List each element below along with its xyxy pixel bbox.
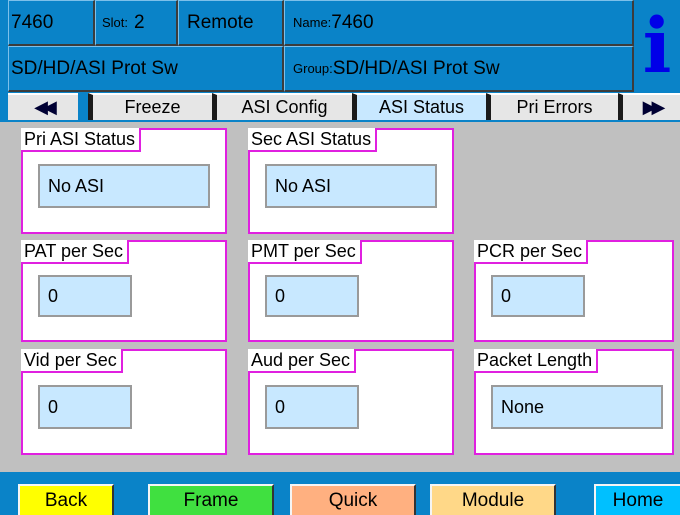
model-number: 7460: [11, 11, 54, 33]
pmt-per-sec-label: PMT per Sec: [248, 240, 362, 264]
tab-label: Pri Errors: [516, 97, 593, 117]
name-value: 7460: [331, 11, 374, 33]
tab-freeze[interactable]: Freeze: [88, 93, 212, 120]
name-label: Name:: [293, 15, 332, 30]
slot-label: Slot:: [102, 15, 129, 30]
aud-per-sec-group: Aud per Sec 0: [248, 349, 454, 455]
aud-per-sec-label: Aud per Sec: [248, 349, 357, 373]
tab-asi-status[interactable]: ASI Status: [352, 93, 486, 120]
mode-cell: Remote: [178, 0, 284, 46]
pmt-per-sec-group: PMT per Sec 0: [248, 240, 454, 342]
header-bar: 7460 Slot: 2 Remote Name: 7460 SD/HD/ASI…: [0, 0, 680, 92]
pcr-per-sec-label: PCR per Sec: [474, 240, 589, 264]
group-label: Group:: [293, 61, 333, 76]
packet-length-label: Packet Length: [474, 349, 599, 373]
packet-length-group: Packet Length None: [474, 349, 674, 455]
group-cell: Group: SD/HD/ASI Prot Sw: [284, 46, 634, 92]
quick-button[interactable]: Quick: [290, 484, 416, 515]
tab-bar: ◀◀ Freeze ASI Config ASI Status Pri Erro…: [0, 92, 680, 122]
info-icon[interactable]: i: [634, 0, 680, 92]
pri-asi-status-label: Pri ASI Status: [21, 128, 142, 152]
pat-per-sec-label: PAT per Sec: [21, 240, 130, 264]
home-button[interactable]: Home: [594, 484, 680, 515]
tab-label: ASI Config: [241, 97, 328, 117]
tab-pri-errors[interactable]: Pri Errors: [486, 93, 618, 120]
name-cell: Name: 7460: [284, 0, 634, 46]
tab-scroll-left-icon[interactable]: ◀◀: [8, 93, 78, 120]
module-button[interactable]: Module: [430, 484, 556, 515]
sec-asi-status-group: Sec ASI Status No ASI: [248, 128, 454, 234]
vid-per-sec-group: Vid per Sec 0: [21, 349, 227, 455]
pat-per-sec-group: PAT per Sec 0: [21, 240, 227, 342]
frame-button[interactable]: Frame: [148, 484, 274, 515]
pri-asi-status-field: No ASI: [38, 164, 210, 208]
sec-asi-status-field: No ASI: [265, 164, 437, 208]
pcr-per-sec-group: PCR per Sec 0: [474, 240, 674, 342]
group-value: SD/HD/ASI Prot Sw: [332, 57, 500, 79]
aud-per-sec-field: 0: [265, 385, 359, 429]
product-name: SD/HD/ASI Prot Sw: [11, 57, 178, 79]
pat-per-sec-field: 0: [38, 275, 132, 317]
tab-label: Freeze: [124, 97, 181, 117]
tab-label: ASI Status: [378, 97, 465, 117]
sec-asi-status-label: Sec ASI Status: [248, 128, 378, 152]
vid-per-sec-label: Vid per Sec: [21, 349, 123, 373]
pri-asi-status-group: Pri ASI Status No ASI: [21, 128, 227, 234]
slot-cell: Slot: 2: [95, 0, 178, 46]
pcr-per-sec-field: 0: [491, 275, 585, 317]
packet-length-field: None: [491, 385, 663, 429]
back-button[interactable]: Back: [18, 484, 114, 515]
model-cell: 7460: [8, 0, 95, 46]
mode-status: Remote: [187, 11, 254, 33]
vid-per-sec-field: 0: [38, 385, 132, 429]
tab-asi-config[interactable]: ASI Config: [212, 93, 352, 120]
product-cell: SD/HD/ASI Prot Sw: [8, 46, 284, 92]
pmt-per-sec-field: 0: [265, 275, 359, 317]
tab-scroll-right-icon[interactable]: ▶▶: [618, 93, 680, 120]
slot-value: 2: [134, 11, 145, 33]
